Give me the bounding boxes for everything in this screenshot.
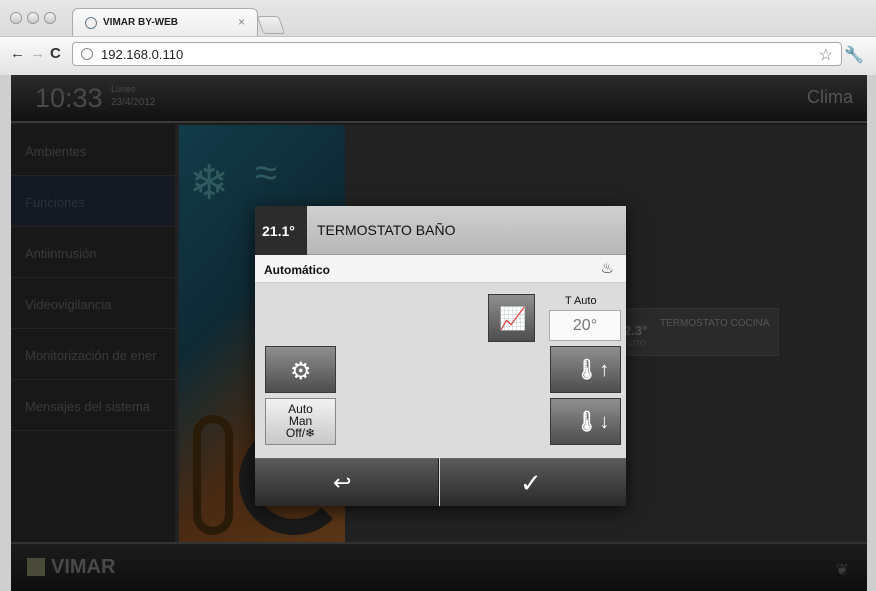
browser-chrome: VIMAR BY-WEB × ← → C 192.168.0.110 ☆ 🔧 (0, 0, 876, 75)
browser-tab[interactable]: VIMAR BY-WEB × (72, 8, 258, 36)
url-text[interactable]: 192.168.0.110 (101, 47, 183, 62)
chart-button[interactable]: 📈 (488, 294, 535, 342)
new-tab-button[interactable] (256, 16, 286, 34)
vimar-logo-icon (27, 558, 45, 576)
leaf-icon[interactable]: ❦ (836, 560, 849, 580)
confirm-button[interactable]: ✓ (440, 458, 626, 506)
back-button[interactable]: ← (10, 45, 25, 62)
mode-toggle-button[interactable]: Auto Man Off/❄ (265, 398, 336, 445)
termostato-cocina-tile[interactable]: 2.3° AUTO TERMOSTATO COCINA (619, 308, 779, 356)
t-auto-label: T Auto (565, 295, 597, 307)
gear-icon: ⚙ (290, 358, 312, 385)
close-window-button[interactable] (10, 12, 22, 24)
cocina-mode: AUTO (624, 339, 647, 348)
menu-item-videovigilancia[interactable]: Videovigilancia (11, 278, 175, 329)
clock-time: 10:33 (35, 83, 103, 113)
heating-icon: ♨ (600, 260, 614, 277)
app-footer: VIMAR ❦ (11, 542, 867, 591)
thermometer-down-icon: 🌡↓ (574, 411, 610, 433)
dialog-title: TERMOSTATO BAÑO (317, 222, 456, 238)
menu-item-monitorizacion[interactable]: Monitorización de ener (11, 329, 175, 380)
window-frame-left (0, 75, 11, 591)
menu-item-antiintrusion[interactable]: Antiintrusión (11, 227, 175, 278)
snowflake-icon: ❄ (189, 157, 230, 210)
forward-button[interactable]: → (30, 45, 45, 62)
browser-toolbar: ← → C 192.168.0.110 ☆ 🔧 (0, 36, 876, 75)
window-frame-right (867, 75, 876, 591)
menu-item-ambientes[interactable]: Ambientes (11, 125, 175, 176)
heat-waves-icon: ≈ (255, 151, 277, 195)
dialog-header: 21.1° TERMOSTATO BAÑO (255, 206, 626, 255)
side-menu: Ambientes Funciones Antiintrusión Videov… (11, 125, 175, 542)
wrench-menu-icon[interactable]: 🔧 (844, 45, 864, 65)
globe-icon (85, 17, 97, 29)
temperature-up-button[interactable]: 🌡↑ (550, 346, 621, 393)
minimize-window-button[interactable] (27, 12, 39, 24)
day-name: Lunes (111, 84, 136, 94)
thermostat-dialog: 21.1° TERMOSTATO BAÑO Automático ♨ 📈 T A… (255, 206, 626, 506)
bookmark-star-icon[interactable]: ☆ (819, 45, 833, 65)
return-icon: ↩ (333, 470, 352, 495)
temperature-down-button[interactable]: 🌡↓ (550, 398, 621, 445)
cocina-name: TERMOSTATO COCINA (660, 318, 770, 329)
tab-title: VIMAR BY-WEB (103, 17, 178, 28)
section-title: Clima (806, 87, 853, 107)
checkmark-icon: ✓ (520, 468, 542, 498)
dialog-footer: ↩ ✓ (255, 458, 626, 506)
menu-item-funciones[interactable]: Funciones (11, 176, 175, 227)
current-temperature: 21.1° (255, 206, 307, 255)
thermometer-icon (193, 415, 233, 535)
back-button-dialog[interactable]: ↩ (255, 458, 439, 506)
mode-bar: Automático ♨ (255, 255, 626, 283)
mode-label: Automático (264, 263, 330, 277)
t-auto-value[interactable]: 20° (549, 310, 621, 341)
page-icon (81, 48, 93, 60)
vimar-logo-text: VIMAR (51, 556, 116, 578)
thermometer-up-icon: 🌡↑ (574, 359, 610, 381)
app-topbar: 10:33 Lunes 23/4/2012 Clima (11, 75, 867, 123)
reload-button[interactable]: C (50, 45, 61, 62)
address-bar[interactable]: 192.168.0.110 ☆ (72, 42, 842, 66)
chart-icon: 📈 (499, 306, 527, 331)
tab-close-icon[interactable]: × (238, 15, 245, 29)
cocina-temp: 2.3° (624, 323, 648, 338)
zoom-window-button[interactable] (44, 12, 56, 24)
settings-button[interactable]: ⚙ (265, 346, 336, 393)
mode-off-label: Off/❄ (285, 426, 316, 440)
date: 23/4/2012 (111, 97, 156, 108)
menu-item-mensajes[interactable]: Mensajes del sistema (11, 380, 175, 431)
